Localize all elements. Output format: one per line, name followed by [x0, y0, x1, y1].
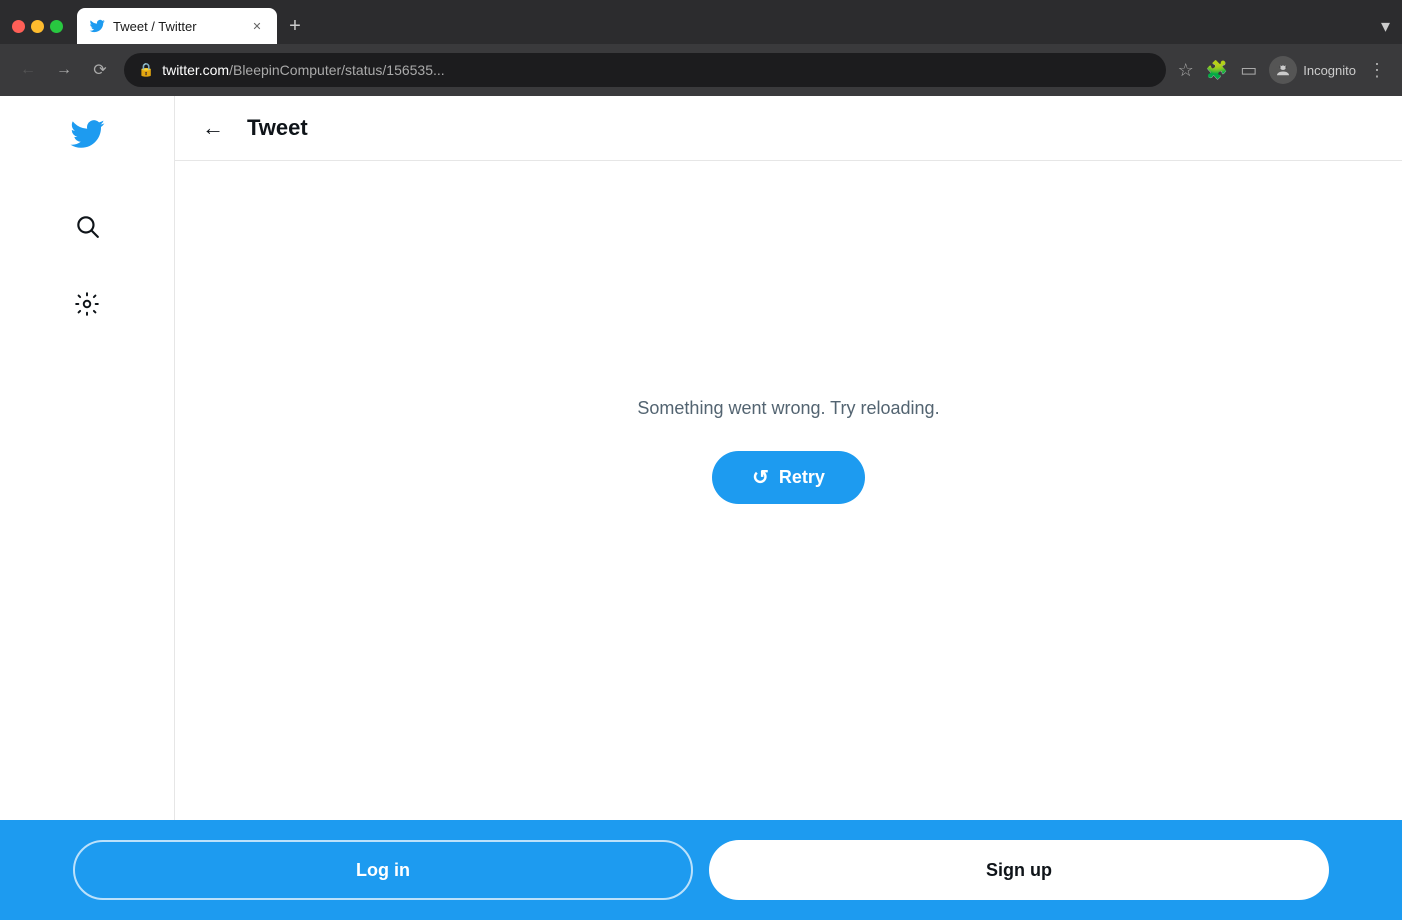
lock-icon: 🔒 [138, 62, 154, 78]
main-content: ← Tweet Something went wrong. Try reload… [175, 96, 1402, 820]
browser-menu-button[interactable]: ⋮ [1368, 60, 1386, 81]
error-message: Something went wrong. Try reloading. [637, 398, 939, 419]
tab-bar-dropdown[interactable]: ▾ [1381, 16, 1390, 37]
traffic-lights [12, 20, 63, 33]
incognito-label: Incognito [1303, 63, 1356, 78]
extensions-button[interactable]: 🧩 [1206, 60, 1228, 81]
bookmark-button[interactable]: ☆ [1178, 60, 1194, 81]
incognito-indicator: Incognito [1269, 56, 1356, 84]
address-bar: ← → ⟳ 🔒 twitter.com/BleepinComputer/stat… [0, 44, 1402, 96]
retry-label: Retry [779, 467, 825, 488]
retry-icon: ↺ [752, 465, 769, 490]
retry-button[interactable]: ↺ Retry [712, 451, 865, 504]
back-button[interactable]: ← [16, 58, 40, 82]
forward-button[interactable]: → [52, 58, 76, 82]
url-bar[interactable]: 🔒 twitter.com/BleepinComputer/status/156… [124, 53, 1166, 87]
minimize-window-button[interactable] [31, 20, 44, 33]
url-domain: twitter.com [162, 62, 229, 78]
signup-button[interactable]: Sign up [709, 840, 1329, 900]
sidebar-search-button[interactable] [62, 201, 112, 251]
sidebar-button[interactable]: ▭ [1240, 60, 1257, 81]
twitter-sidebar [0, 96, 175, 820]
tab-title: Tweet / Twitter [113, 19, 241, 34]
close-window-button[interactable] [12, 20, 25, 33]
auth-bottom-bar: Log in Sign up [0, 820, 1402, 920]
error-section: Something went wrong. Try reloading. ↺ R… [175, 161, 1402, 820]
url-path: /BleepinComputer/status/156535... [229, 62, 445, 78]
new-tab-button[interactable]: + [281, 12, 309, 40]
maximize-window-button[interactable] [50, 20, 63, 33]
twitter-logo[interactable] [69, 116, 105, 161]
tab-close-button[interactable]: ✕ [249, 18, 265, 34]
url-text: twitter.com/BleepinComputer/status/15653… [162, 62, 1151, 78]
login-button[interactable]: Log in [73, 840, 693, 900]
browser-chrome: Tweet / Twitter ✕ + ▾ ← → ⟳ 🔒 twitter.co… [0, 0, 1402, 96]
tab-favicon [89, 18, 105, 34]
reload-button[interactable]: ⟳ [88, 58, 112, 82]
sidebar-settings-button[interactable] [62, 279, 112, 329]
active-tab[interactable]: Tweet / Twitter ✕ [77, 8, 277, 44]
page-title: Tweet [247, 115, 308, 141]
incognito-icon [1269, 56, 1297, 84]
page-content: ← Tweet Something went wrong. Try reload… [0, 96, 1402, 820]
tweet-page-header: ← Tweet [175, 96, 1402, 161]
tab-bar: Tweet / Twitter ✕ + ▾ [0, 0, 1402, 44]
back-nav-button[interactable]: ← [195, 110, 231, 146]
